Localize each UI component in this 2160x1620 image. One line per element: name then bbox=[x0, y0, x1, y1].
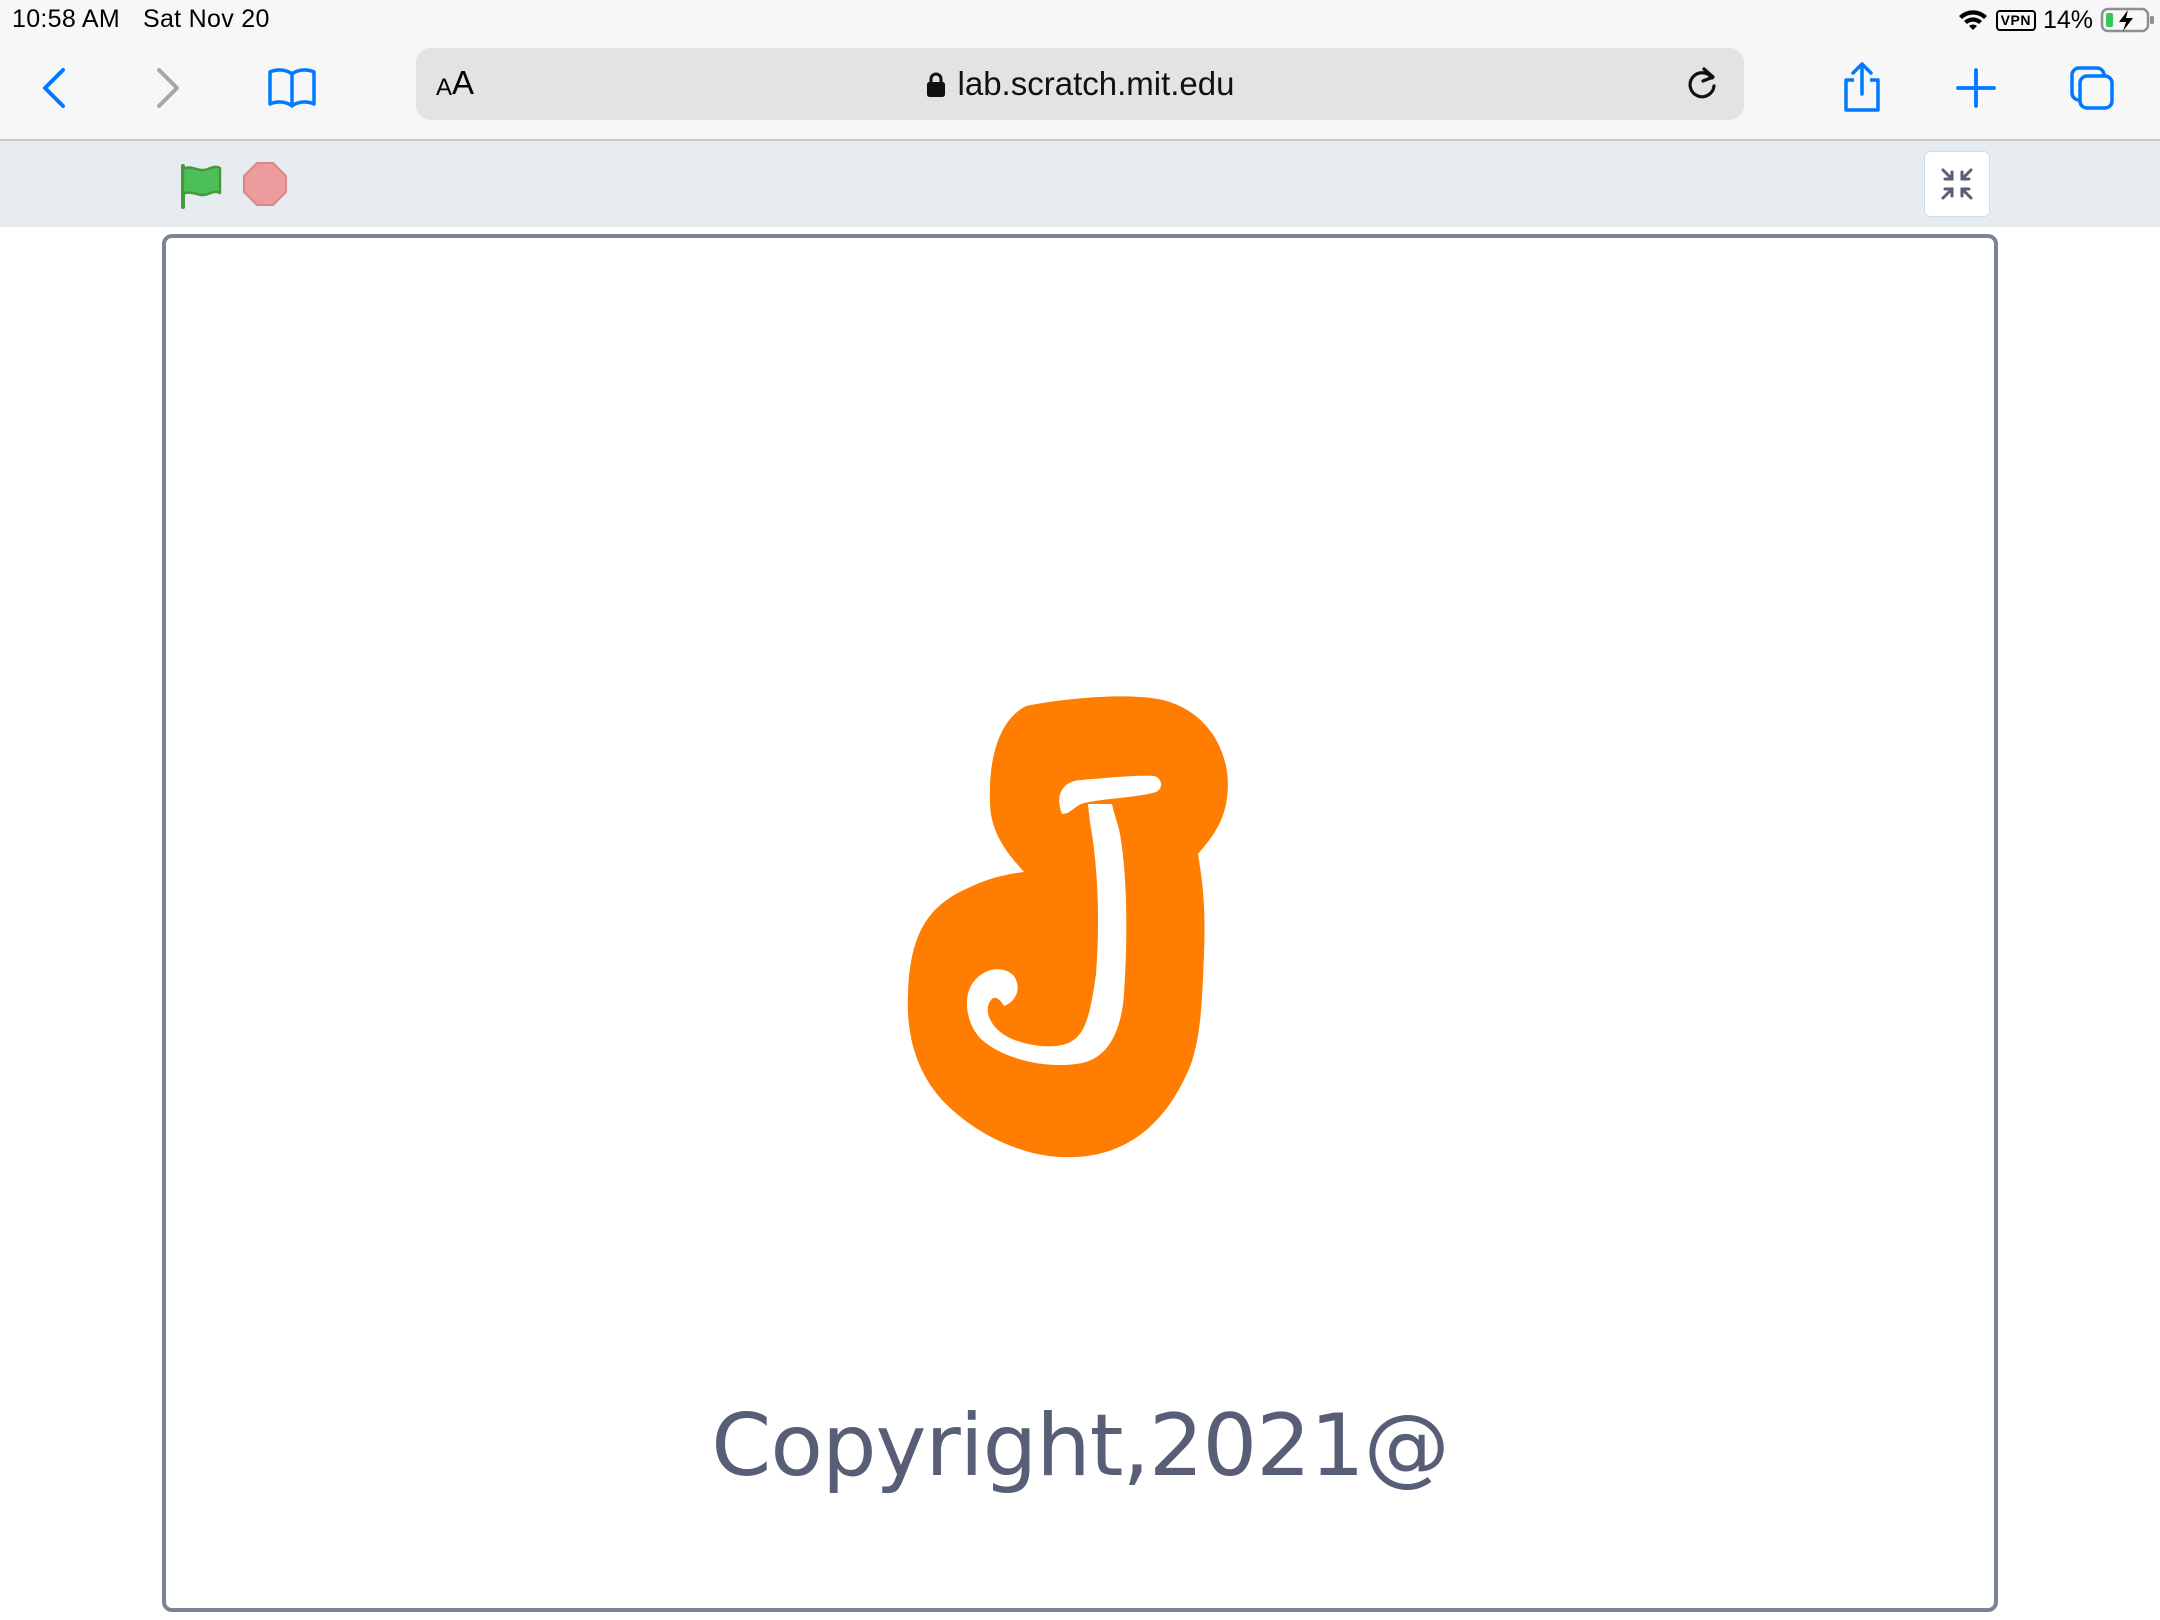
scratch-stage[interactable]: Copyright,2021@ bbox=[162, 234, 1998, 1612]
safari-toolbar: AA lab.scratch.mit.edu bbox=[0, 40, 2160, 139]
browser-chrome: 10:58 AM Sat Nov 20 VPN 14% A A lab.scra… bbox=[0, 0, 2160, 141]
url-text[interactable]: lab.scratch.mit.edu bbox=[958, 65, 1235, 103]
text-size-large-label: A bbox=[452, 64, 475, 101]
new-tab-button[interactable] bbox=[1946, 60, 2006, 116]
status-bar: 10:58 AM Sat Nov 20 VPN 14% bbox=[0, 0, 2160, 40]
text-size-button[interactable]: AA bbox=[436, 48, 474, 120]
back-button[interactable] bbox=[24, 60, 84, 116]
status-time: 10:58 AM bbox=[12, 5, 121, 33]
scratch-player-header bbox=[0, 141, 2160, 227]
stop-icon[interactable] bbox=[242, 161, 288, 207]
new-tab-icon bbox=[1956, 68, 1996, 108]
status-indicators: VPN 14% bbox=[1957, 4, 2156, 36]
forward-button[interactable] bbox=[138, 60, 198, 116]
wifi-icon bbox=[1958, 10, 1987, 30]
forward-icon bbox=[157, 68, 179, 108]
battery-percentage: 14% bbox=[2042, 5, 2093, 34]
back-icon bbox=[43, 68, 65, 108]
share-button[interactable] bbox=[1832, 60, 1892, 116]
address-bar[interactable]: AA lab.scratch.mit.edu bbox=[416, 48, 1744, 120]
lock-icon bbox=[926, 72, 945, 97]
vpn-badge: VPN bbox=[1995, 9, 2036, 31]
unfullscreen-icon bbox=[1941, 168, 1973, 200]
url-display: lab.scratch.mit.edu bbox=[416, 48, 1744, 120]
exit-fullscreen-button[interactable] bbox=[1924, 151, 1990, 217]
text-size-small-label: A bbox=[436, 74, 453, 101]
bookmarks-icon bbox=[268, 68, 316, 108]
tabs-button[interactable] bbox=[2062, 60, 2122, 116]
bookmarks-button[interactable] bbox=[262, 60, 322, 116]
j-letter-sprite[interactable] bbox=[906, 694, 1286, 1174]
status-date: Sat Nov 20 bbox=[143, 5, 270, 33]
tabs-icon bbox=[2070, 66, 2114, 110]
green-flag-icon[interactable] bbox=[176, 161, 226, 211]
reload-icon[interactable] bbox=[1682, 64, 1722, 104]
battery-charging-icon bbox=[2100, 7, 2154, 33]
copyright-text: Copyright,2021@ bbox=[711, 1396, 1449, 1496]
share-icon bbox=[1844, 62, 1880, 112]
